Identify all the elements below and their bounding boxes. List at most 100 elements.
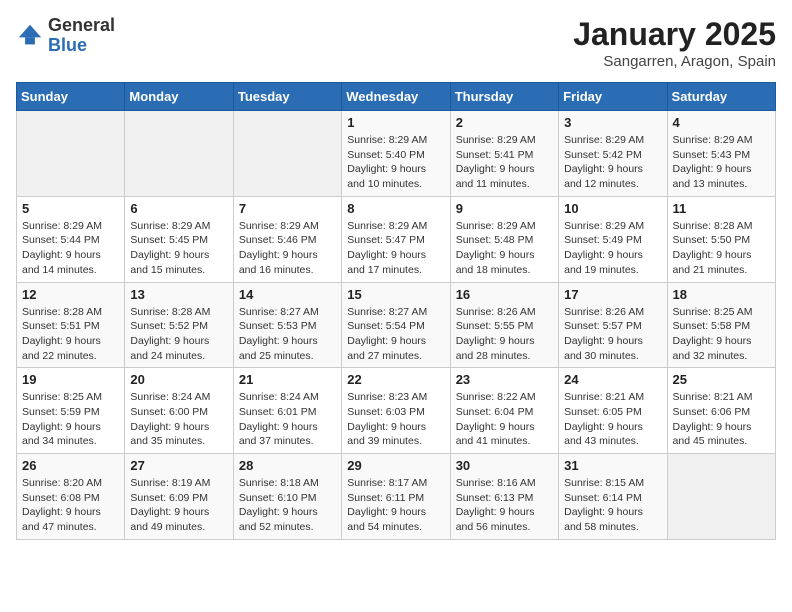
day-number: 18 (673, 287, 770, 302)
calendar-day: 25 Sunrise: 8:21 AM Sunset: 6:06 PM Dayli… (667, 368, 775, 454)
day-info: Sunrise: 8:27 AM Sunset: 5:54 PM Dayligh… (347, 305, 444, 364)
day-info: Sunrise: 8:19 AM Sunset: 6:09 PM Dayligh… (130, 476, 227, 535)
day-number: 9 (456, 201, 553, 216)
day-number: 22 (347, 372, 444, 387)
day-info: Sunrise: 8:29 AM Sunset: 5:46 PM Dayligh… (239, 219, 336, 278)
day-number: 3 (564, 115, 661, 130)
calendar-day: 8 Sunrise: 8:29 AM Sunset: 5:47 PM Daylig… (342, 196, 450, 282)
day-info: Sunrise: 8:29 AM Sunset: 5:49 PM Dayligh… (564, 219, 661, 278)
logo-text: General Blue (48, 16, 115, 56)
calendar-day: 14 Sunrise: 8:27 AM Sunset: 5:53 PM Dayli… (233, 282, 341, 368)
calendar-day: 10 Sunrise: 8:29 AM Sunset: 5:49 PM Dayli… (559, 196, 667, 282)
calendar-day (667, 454, 775, 540)
weekday-header-row: Sunday Monday Tuesday Wednesday Thursday… (17, 83, 776, 111)
calendar-week-3: 19 Sunrise: 8:25 AM Sunset: 5:59 PM Dayli… (17, 368, 776, 454)
calendar-header: Sunday Monday Tuesday Wednesday Thursday… (17, 83, 776, 111)
day-info: Sunrise: 8:29 AM Sunset: 5:42 PM Dayligh… (564, 133, 661, 192)
calendar-day: 11 Sunrise: 8:28 AM Sunset: 5:50 PM Dayli… (667, 196, 775, 282)
day-number: 26 (22, 458, 119, 473)
day-info: Sunrise: 8:15 AM Sunset: 6:14 PM Dayligh… (564, 476, 661, 535)
day-number: 4 (673, 115, 770, 130)
day-info: Sunrise: 8:21 AM Sunset: 6:06 PM Dayligh… (673, 390, 770, 449)
calendar-day: 9 Sunrise: 8:29 AM Sunset: 5:48 PM Daylig… (450, 196, 558, 282)
day-number: 31 (564, 458, 661, 473)
day-info: Sunrise: 8:25 AM Sunset: 5:59 PM Dayligh… (22, 390, 119, 449)
day-info: Sunrise: 8:17 AM Sunset: 6:11 PM Dayligh… (347, 476, 444, 535)
calendar-day: 31 Sunrise: 8:15 AM Sunset: 6:14 PM Dayli… (559, 454, 667, 540)
day-number: 12 (22, 287, 119, 302)
calendar-day: 13 Sunrise: 8:28 AM Sunset: 5:52 PM Dayli… (125, 282, 233, 368)
weekday-wednesday: Wednesday (342, 83, 450, 111)
day-info: Sunrise: 8:29 AM Sunset: 5:47 PM Dayligh… (347, 219, 444, 278)
day-number: 13 (130, 287, 227, 302)
calendar-day: 28 Sunrise: 8:18 AM Sunset: 6:10 PM Dayli… (233, 454, 341, 540)
day-number: 2 (456, 115, 553, 130)
calendar-day: 2 Sunrise: 8:29 AM Sunset: 5:41 PM Daylig… (450, 111, 558, 197)
calendar-day: 5 Sunrise: 8:29 AM Sunset: 5:44 PM Daylig… (17, 196, 125, 282)
calendar-day: 29 Sunrise: 8:17 AM Sunset: 6:11 PM Dayli… (342, 454, 450, 540)
day-number: 30 (456, 458, 553, 473)
calendar-day (17, 111, 125, 197)
calendar-table: Sunday Monday Tuesday Wednesday Thursday… (16, 82, 776, 540)
day-info: Sunrise: 8:29 AM Sunset: 5:41 PM Dayligh… (456, 133, 553, 192)
calendar-day: 7 Sunrise: 8:29 AM Sunset: 5:46 PM Daylig… (233, 196, 341, 282)
header: General Blue January 2025 Sangarren, Ara… (16, 16, 776, 70)
calendar-day: 30 Sunrise: 8:16 AM Sunset: 6:13 PM Dayli… (450, 454, 558, 540)
weekday-friday: Friday (559, 83, 667, 111)
calendar-week-1: 5 Sunrise: 8:29 AM Sunset: 5:44 PM Daylig… (17, 196, 776, 282)
calendar-day: 16Sunrise: 8:26 AM Sunset: 5:55 PM Dayli… (450, 282, 558, 368)
day-number: 1 (347, 115, 444, 130)
day-info: Sunrise: 8:29 AM Sunset: 5:45 PM Dayligh… (130, 219, 227, 278)
day-number: 14 (239, 287, 336, 302)
day-number: 10 (564, 201, 661, 216)
calendar-day: 6Sunrise: 8:29 AM Sunset: 5:45 PM Daylig… (125, 196, 233, 282)
day-info: Sunrise: 8:28 AM Sunset: 5:51 PM Dayligh… (22, 305, 119, 364)
day-number: 19 (22, 372, 119, 387)
location: Sangarren, Aragon, Spain (573, 53, 776, 70)
day-info: Sunrise: 8:16 AM Sunset: 6:13 PM Dayligh… (456, 476, 553, 535)
day-number: 15 (347, 287, 444, 302)
day-number: 28 (239, 458, 336, 473)
day-info: Sunrise: 8:29 AM Sunset: 5:48 PM Dayligh… (456, 219, 553, 278)
weekday-monday: Monday (125, 83, 233, 111)
calendar-day: 21Sunrise: 8:24 AM Sunset: 6:01 PM Dayli… (233, 368, 341, 454)
day-info: Sunrise: 8:29 AM Sunset: 5:44 PM Dayligh… (22, 219, 119, 278)
title-area: January 2025 Sangarren, Aragon, Spain (573, 16, 776, 70)
day-number: 5 (22, 201, 119, 216)
day-number: 27 (130, 458, 227, 473)
day-number: 21 (239, 372, 336, 387)
logo-general-text: General (48, 15, 115, 35)
day-number: 25 (673, 372, 770, 387)
day-info: Sunrise: 8:28 AM Sunset: 5:52 PM Dayligh… (130, 305, 227, 364)
month-title: January 2025 (573, 16, 776, 53)
calendar-week-4: 26Sunrise: 8:20 AM Sunset: 6:08 PM Dayli… (17, 454, 776, 540)
weekday-sunday: Sunday (17, 83, 125, 111)
day-info: Sunrise: 8:25 AM Sunset: 5:58 PM Dayligh… (673, 305, 770, 364)
day-info: Sunrise: 8:18 AM Sunset: 6:10 PM Dayligh… (239, 476, 336, 535)
day-number: 20 (130, 372, 227, 387)
day-number: 16 (456, 287, 553, 302)
calendar-day: 17 Sunrise: 8:26 AM Sunset: 5:57 PM Dayli… (559, 282, 667, 368)
calendar-week-2: 12 Sunrise: 8:28 AM Sunset: 5:51 PM Dayli… (17, 282, 776, 368)
calendar-day (125, 111, 233, 197)
weekday-thursday: Thursday (450, 83, 558, 111)
day-number: 7 (239, 201, 336, 216)
calendar-day: 23Sunrise: 8:22 AM Sunset: 6:04 PM Dayli… (450, 368, 558, 454)
day-number: 11 (673, 201, 770, 216)
day-number: 23 (456, 372, 553, 387)
day-number: 29 (347, 458, 444, 473)
calendar-day: 22Sunrise: 8:23 AM Sunset: 6:03 PM Dayli… (342, 368, 450, 454)
day-info: Sunrise: 8:29 AM Sunset: 5:43 PM Dayligh… (673, 133, 770, 192)
day-number: 8 (347, 201, 444, 216)
calendar-day: 15 Sunrise: 8:27 AM Sunset: 5:54 PM Dayli… (342, 282, 450, 368)
day-info: Sunrise: 8:28 AM Sunset: 5:50 PM Dayligh… (673, 219, 770, 278)
weekday-tuesday: Tuesday (233, 83, 341, 111)
day-info: Sunrise: 8:27 AM Sunset: 5:53 PM Dayligh… (239, 305, 336, 364)
calendar-day: 18 Sunrise: 8:25 AM Sunset: 5:58 PM Dayli… (667, 282, 775, 368)
calendar-day: 24Sunrise: 8:21 AM Sunset: 6:05 PM Dayli… (559, 368, 667, 454)
day-number: 17 (564, 287, 661, 302)
calendar-day: 19 Sunrise: 8:25 AM Sunset: 5:59 PM Dayli… (17, 368, 125, 454)
day-info: Sunrise: 8:26 AM Sunset: 5:57 PM Dayligh… (564, 305, 661, 364)
calendar-body: 1 Sunrise: 8:29 AM Sunset: 5:40 PM Daylig… (17, 111, 776, 540)
day-info: Sunrise: 8:29 AM Sunset: 5:40 PM Dayligh… (347, 133, 444, 192)
